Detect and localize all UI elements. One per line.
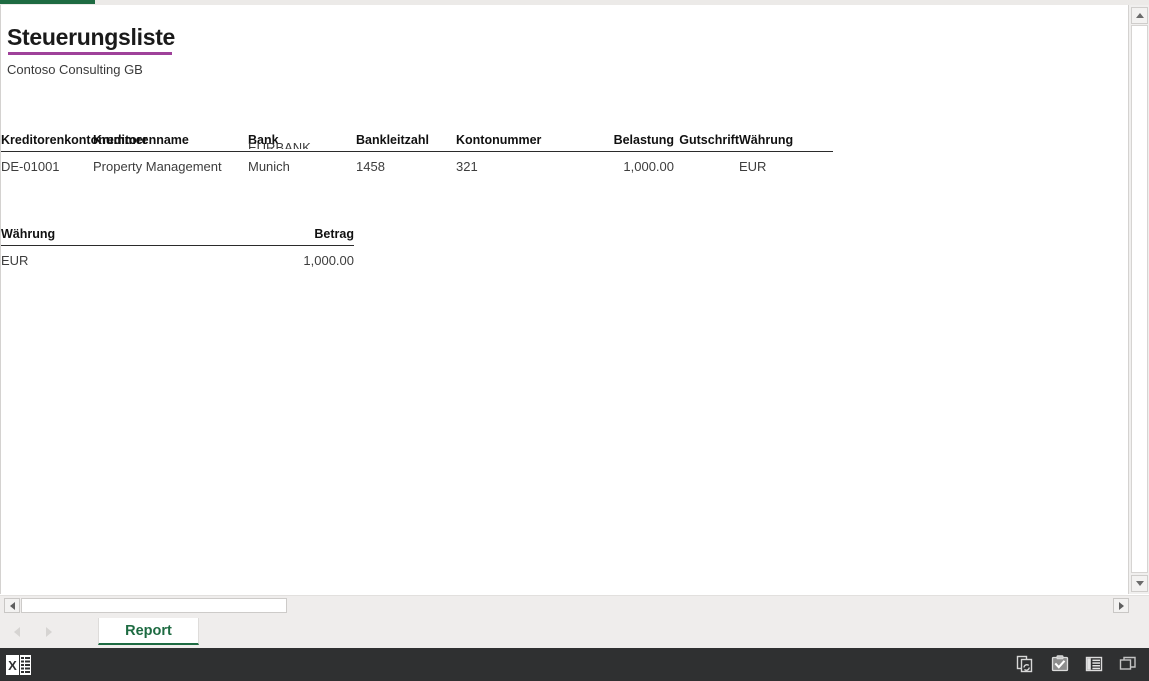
report-canvas[interactable]: Steuerungsliste Contoso Consulting GB Kr… xyxy=(0,5,1128,594)
scroll-down-button[interactable] xyxy=(1131,575,1148,592)
cell-bank-text: Munich xyxy=(248,159,290,174)
summary-column-header-betrag: Betrag xyxy=(201,227,354,246)
triangle-right-icon xyxy=(46,627,52,637)
cell-kontonummer: 321 xyxy=(456,159,478,174)
triangle-up-icon xyxy=(1135,13,1144,18)
list-view-icon[interactable] xyxy=(1083,653,1105,675)
top-accent-bar xyxy=(0,0,95,4)
table-row: DE-01001 Property Management EURBANK Mun… xyxy=(1,141,833,175)
cell-bank-overflow-text: EURBANK xyxy=(248,141,311,149)
detail-table: Kreditorenkontonummer Kreditorenname Ban… xyxy=(1,133,833,174)
excel-report-window: Steuerungsliste Contoso Consulting GB Kr… xyxy=(0,0,1149,681)
excel-icon: X xyxy=(6,654,32,676)
cell-bankleitzahl: 1458 xyxy=(356,159,385,174)
horizontal-scroll-thumb[interactable] xyxy=(21,598,287,613)
column-header-waehrung: Währung xyxy=(739,133,833,152)
column-header-kreditorenname: Kreditorenname xyxy=(93,133,248,152)
cell-waehrung: EUR xyxy=(739,159,767,174)
refresh-sync-icon[interactable] xyxy=(1015,653,1037,675)
column-header-kreditorenkontonummer: Kreditorenkontonummer xyxy=(1,133,148,152)
svg-text:X: X xyxy=(8,658,17,673)
status-bar: X xyxy=(0,648,1149,681)
column-header-kontonummer: Kontonummer xyxy=(456,133,596,152)
page-title: Steuerungsliste xyxy=(7,24,176,50)
cell-kreditorenname: Property Management xyxy=(93,159,222,174)
cell-bank: EURBANK Munich xyxy=(248,141,356,174)
vertical-scroll-track[interactable] xyxy=(1131,25,1148,573)
horizontal-scrollbar[interactable] xyxy=(0,595,1149,615)
cell-belastung: 1,000.00 xyxy=(623,159,674,174)
scroll-up-button[interactable] xyxy=(1131,7,1148,24)
cell-gutschrift xyxy=(674,152,739,175)
scroll-left-button[interactable] xyxy=(4,598,20,613)
column-header-gutschrift: Gutschrift xyxy=(674,133,739,152)
triangle-left-icon xyxy=(9,601,15,610)
previous-sheet-button[interactable] xyxy=(9,624,25,640)
status-bar-icon-group xyxy=(1015,653,1139,675)
detail-header-row: Kreditorenkontonummer Kreditorenname Ban… xyxy=(1,133,833,152)
summary-header-row: Währung Betrag xyxy=(1,227,354,246)
clipboard-check-icon[interactable] xyxy=(1049,653,1071,675)
table-row: EUR 1,000.00 xyxy=(1,246,354,268)
summary-column-header-waehrung: Währung xyxy=(1,227,201,246)
title-underline-rule xyxy=(8,52,172,55)
column-header-belastung: Belastung xyxy=(596,133,674,152)
next-sheet-button[interactable] xyxy=(41,624,57,640)
summary-table: Währung Betrag EUR 1,000.00 xyxy=(1,227,354,268)
restore-window-icon[interactable] xyxy=(1117,653,1139,675)
sheet-tab-report[interactable]: Report xyxy=(98,618,199,645)
triangle-right-icon xyxy=(1118,601,1124,610)
triangle-left-icon xyxy=(14,627,20,637)
triangle-down-icon xyxy=(1135,581,1144,586)
report-subtitle: Contoso Consulting GB xyxy=(7,62,143,77)
vertical-scrollbar[interactable] xyxy=(1128,5,1149,594)
summary-cell-betrag: 1,000.00 xyxy=(303,253,354,268)
column-header-bankleitzahl: Bankleitzahl xyxy=(356,133,456,152)
scroll-right-button[interactable] xyxy=(1113,598,1129,613)
sheet-tab-bar: Report xyxy=(0,615,1149,648)
summary-cell-waehrung: EUR xyxy=(1,253,29,268)
cell-kreditorenkontonummer: DE-01001 xyxy=(1,159,60,174)
